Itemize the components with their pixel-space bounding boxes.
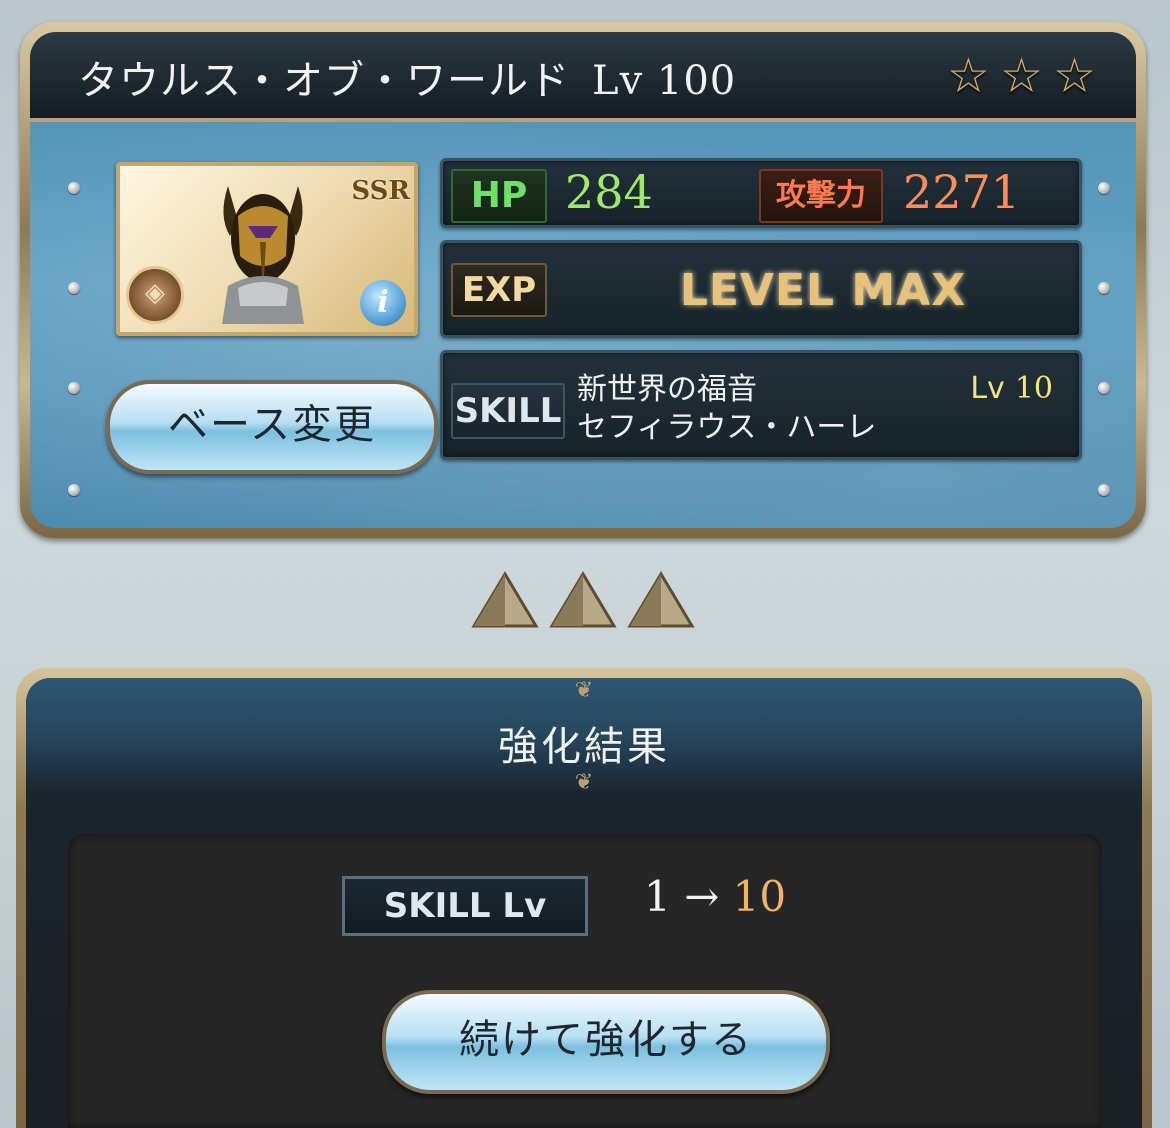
ornament-icon: ❦ [574,770,594,795]
pyramid-arrow-icon [549,571,617,628]
result-panel-body: ❦ 強化結果 ❦ SKILL Lv 1 → 10 続けて強化する [26,678,1142,1128]
stats-panel: HP 284 攻撃力 2271 [440,158,1082,228]
rivet-icon [1098,282,1110,294]
attack-value: 2271 [903,165,1021,219]
exp-label: EXP [451,263,547,317]
rivet-icon [1098,382,1110,394]
rivet-icon [1098,182,1110,194]
info-icon[interactable]: i [360,280,406,326]
pyramid-arrow-icon [471,571,539,628]
pyramid-arrow-icon [627,571,695,628]
continue-upgrade-button[interactable]: 続けて強化する [382,990,830,1094]
star-icon: ☆ [1052,48,1096,104]
rivet-icon [68,484,80,496]
result-panel: ❦ 強化結果 ❦ SKILL Lv 1 → 10 続けて強化する [16,668,1152,1128]
skill-name: 新世界の福音 セフィラウス・ハーレ [577,371,876,447]
earth-element-icon: ◈ [126,266,184,324]
skill-label: SKILL [451,383,565,439]
arrow-right-icon: → [684,872,720,921]
skill-level-change: 1 → 10 [644,872,786,921]
skill-level-label: SKILL Lv [342,876,588,936]
weapon-title: タウルス・オブ・ワールド Lv 100 [78,48,736,106]
hp-label: HP [451,169,547,223]
skill-level-to: 10 [732,872,787,921]
level-max-banner: LEVEL MAX [679,265,967,316]
result-title: 強化結果 [498,724,670,770]
attack-label: 攻撃力 [759,169,883,223]
rarity-badge: SSR [351,176,410,206]
skill-panel: SKILL 新世界の福音 セフィラウス・ハーレ Lv 10 [440,350,1082,460]
hp-value: 284 [565,165,653,219]
skill-name-line1: 新世界の福音 [577,372,757,407]
progress-arrows [470,570,696,630]
skill-level-prefix: Lv [970,371,1005,406]
weapon-name: タウルス・オブ・ワールド [78,58,570,104]
weapon-card: タウルス・オブ・ワールド Lv 100 ☆ ☆ ☆ SSR ◈ i ベース変更 … [20,22,1146,538]
weapon-portrait[interactable]: SSR ◈ i [116,162,418,336]
rivet-icon [1098,484,1110,496]
star-icon: ☆ [946,48,990,104]
helmet-image [222,186,304,324]
rivet-icon [68,282,80,294]
skill-name-line2: セフィラウス・ハーレ [577,410,877,445]
weapon-card-body: タウルス・オブ・ワールド Lv 100 ☆ ☆ ☆ SSR ◈ i ベース変更 … [30,32,1136,528]
skill-level-from: 1 [644,872,671,921]
exp-panel: EXP LEVEL MAX [440,240,1082,338]
star-icon: ☆ [999,48,1043,104]
weapon-title-bar: タウルス・オブ・ワールド Lv 100 ☆ ☆ ☆ [30,32,1136,122]
rivet-icon [68,382,80,394]
skill-level-value: 10 [1014,371,1053,406]
skill-level: Lv 10 [970,371,1053,406]
weapon-level: Lv 100 [592,58,737,104]
ornament-icon: ❦ [574,678,594,703]
rivet-icon [68,182,80,194]
uncap-stars: ☆ ☆ ☆ [947,52,1096,100]
result-content: SKILL Lv 1 → 10 続けて強化する [68,834,1102,1128]
base-change-button[interactable]: ベース変更 [106,380,438,474]
